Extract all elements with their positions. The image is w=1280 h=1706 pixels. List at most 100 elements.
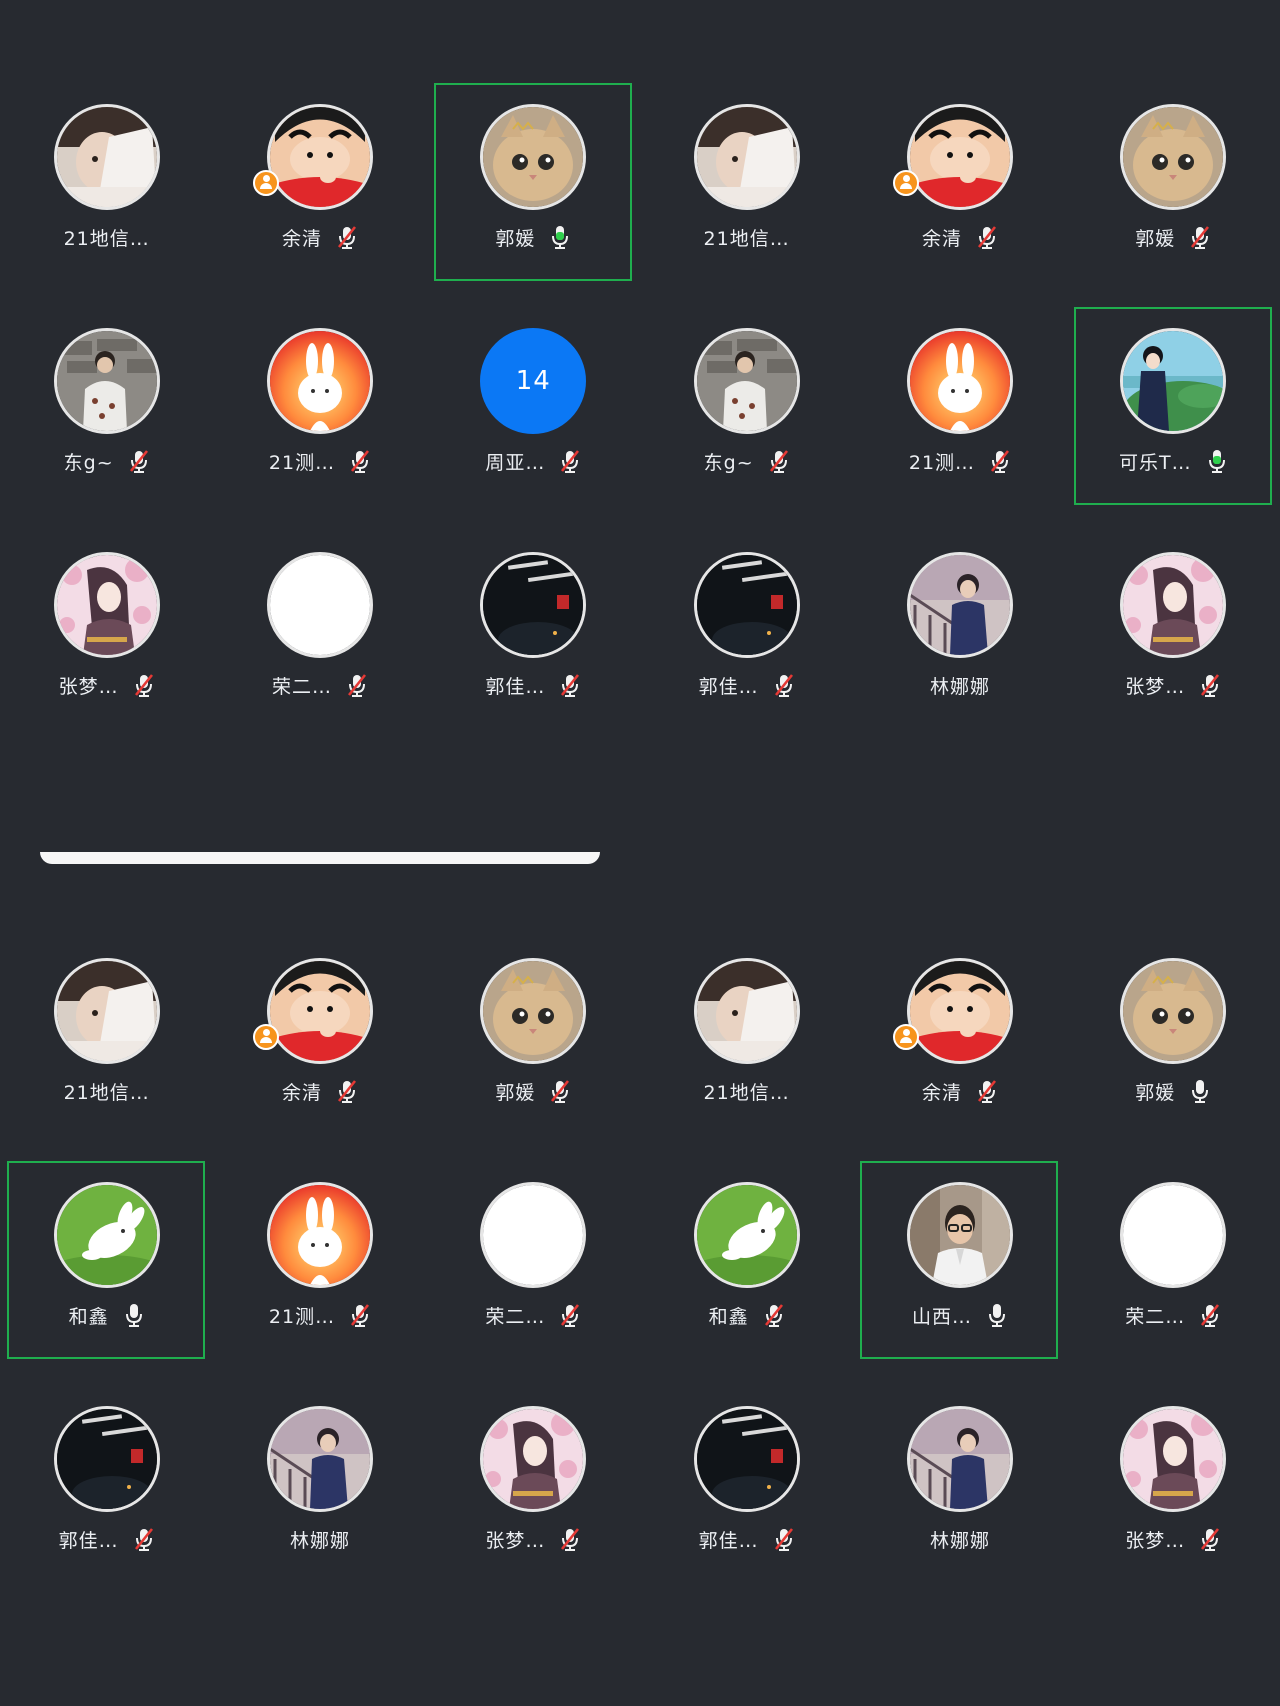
participant-tile[interactable]: 郭媛 [427, 83, 640, 308]
avatar[interactable] [266, 328, 373, 434]
participant-tile[interactable]: 可乐T… [1067, 307, 1280, 532]
avatar[interactable] [266, 552, 373, 658]
avatar[interactable] [906, 328, 1013, 434]
participant-tile[interactable]: 和鑫 [0, 1161, 213, 1386]
avatar[interactable] [693, 328, 800, 434]
mic-muted-icon [351, 1304, 370, 1327]
avatar[interactable] [480, 104, 587, 210]
avatar[interactable] [693, 104, 800, 210]
avatar[interactable] [906, 1406, 1013, 1512]
participant-label-row: 可乐T… [1119, 446, 1228, 476]
participant-tile[interactable]: 14 周亚… [427, 308, 640, 532]
mic-muted-icon [764, 1304, 783, 1327]
avatar[interactable] [1120, 328, 1227, 434]
avatar[interactable] [693, 1182, 800, 1288]
participant-tile[interactable]: 21地信… [640, 84, 853, 308]
avatar[interactable] [480, 1182, 587, 1288]
avatar[interactable] [480, 1406, 587, 1512]
mic-muted-icon [991, 450, 1010, 473]
participant-name: 林娜娜 [289, 1529, 350, 1552]
avatar[interactable] [266, 1406, 373, 1512]
participant-tile[interactable]: 余清 [853, 938, 1066, 1162]
mic-active-icon [1208, 450, 1225, 473]
participant-tile[interactable]: 荣二… [427, 1162, 640, 1386]
participant-tile[interactable]: 余清 [853, 84, 1066, 308]
participant-tile[interactable]: 山西… [853, 1161, 1066, 1386]
participant-tile[interactable]: 张梦… [0, 532, 213, 756]
participant-tile[interactable]: 郭佳… [0, 1386, 213, 1610]
participant-name: 21测… [268, 1305, 336, 1328]
avatar[interactable] [1120, 552, 1227, 658]
participant-tile[interactable]: 郭佳… [640, 1386, 853, 1610]
participant-name: 余清 [281, 1081, 322, 1104]
avatar[interactable] [1120, 104, 1227, 210]
participant-tile[interactable]: 21地信… [0, 84, 213, 308]
avatar[interactable] [53, 958, 160, 1064]
avatar[interactable] [693, 958, 800, 1064]
mic-muted-icon [351, 450, 370, 473]
avatar[interactable] [906, 104, 1013, 210]
avatar[interactable] [906, 1182, 1013, 1288]
participant-label-row: 21测… [909, 446, 1011, 476]
participant-tile[interactable]: 林娜娜 [853, 1386, 1066, 1610]
participant-tile[interactable]: 东g~ [0, 308, 213, 532]
avatar[interactable] [1120, 958, 1227, 1064]
participant-tile[interactable]: 郭媛 [427, 938, 640, 1162]
avatar[interactable] [906, 552, 1013, 658]
avatar[interactable] [53, 1182, 160, 1288]
participant-name: 林娜娜 [929, 1529, 990, 1552]
avatar[interactable] [266, 1182, 373, 1288]
participant-tile[interactable]: 林娜娜 [853, 532, 1066, 756]
participant-tile[interactable]: 21测… [213, 308, 426, 532]
mic-muted-icon [134, 1528, 153, 1551]
participant-tile[interactable]: 郭媛 [1067, 938, 1280, 1162]
avatar[interactable] [266, 104, 373, 210]
mic-muted-icon [769, 450, 788, 473]
participant-tile[interactable]: 21测… [853, 308, 1066, 532]
participant-tile[interactable]: 荣二… [1067, 1162, 1280, 1386]
participant-tile[interactable]: 郭佳… [640, 532, 853, 756]
avatar[interactable] [53, 552, 160, 658]
avatar[interactable] [53, 328, 160, 434]
participant-tile[interactable]: 余清 [213, 938, 426, 1162]
participant-tile[interactable]: 张梦… [1067, 1386, 1280, 1610]
participant-tile[interactable]: 郭佳… [427, 532, 640, 756]
participant-name: 郭媛 [495, 227, 536, 250]
participant-tile[interactable]: 21地信… [0, 938, 213, 1162]
participant-tile[interactable]: 余清 [213, 84, 426, 308]
participant-name: 21测… [908, 451, 976, 474]
participant-label-row: 郭佳… [485, 670, 581, 700]
avatar[interactable] [693, 552, 800, 658]
avatar-number[interactable]: 14 [480, 328, 587, 434]
participant-tile[interactable]: 21地信… [640, 938, 853, 1162]
participant-tile[interactable]: 张梦… [427, 1386, 640, 1610]
mic-muted-icon [129, 450, 148, 473]
participant-label-row: 张梦… [485, 1524, 581, 1554]
participant-tile[interactable]: 张梦… [1067, 532, 1280, 756]
mic-muted-icon [774, 674, 793, 697]
participant-label-row: 东g~ [704, 446, 790, 476]
participant-tile[interactable]: 21测… [213, 1162, 426, 1386]
mic-muted-icon [1191, 226, 1210, 249]
participant-name: 21地信… [63, 1081, 150, 1104]
mic-muted-icon [977, 226, 996, 249]
participant-grid-top: 21地信… 余清 郭媛 21地信… 余清 郭媛 东g~ 21测… 14 周亚… 东g~ 21测… 可乐T… [0, 83, 1280, 756]
page-divider-bar [40, 852, 600, 864]
avatar[interactable] [1120, 1406, 1227, 1512]
participant-tile[interactable]: 和鑫 [640, 1162, 853, 1386]
avatar[interactable] [266, 958, 373, 1064]
participant-tile[interactable]: 荣二… [213, 532, 426, 756]
avatar[interactable] [1120, 1182, 1227, 1288]
avatar[interactable] [53, 104, 160, 210]
participant-tile[interactable]: 林娜娜 [213, 1386, 426, 1610]
participant-label-row: 郭佳… [59, 1524, 155, 1554]
participant-name: 21地信… [703, 1081, 790, 1104]
avatar[interactable] [480, 552, 587, 658]
avatar[interactable] [480, 958, 587, 1064]
avatar[interactable] [693, 1406, 800, 1512]
avatar[interactable] [53, 1406, 160, 1512]
participant-tile[interactable]: 郭媛 [1067, 84, 1280, 308]
avatar[interactable] [906, 958, 1013, 1064]
mic-muted-icon [561, 674, 580, 697]
participant-tile[interactable]: 东g~ [640, 308, 853, 532]
